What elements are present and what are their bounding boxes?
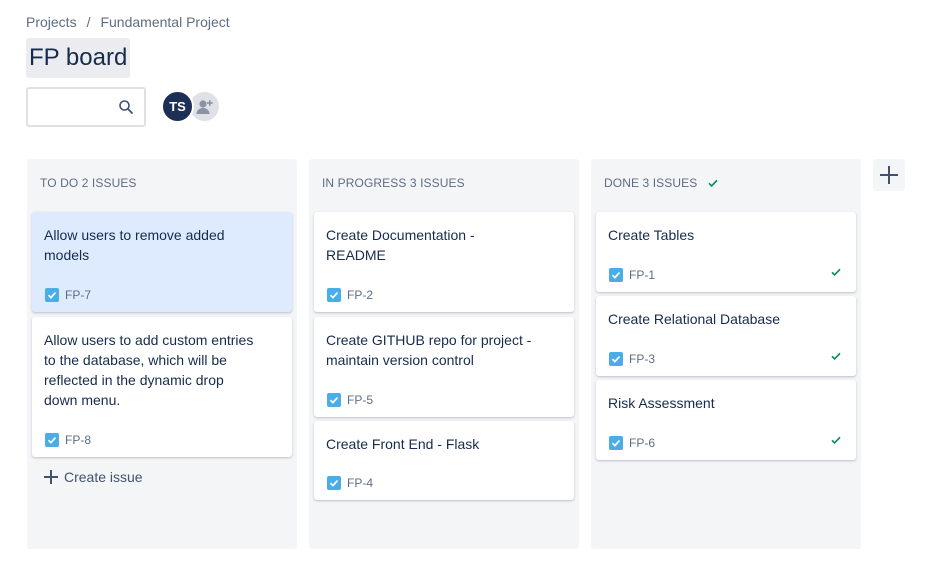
plus-icon	[880, 166, 898, 184]
column-title: DONE 3 ISSUES	[604, 176, 698, 190]
issue-summary: Create Front End - Flask	[326, 436, 480, 452]
search-icon	[119, 100, 133, 114]
issue-summary: Allow users to remove added models	[44, 227, 225, 263]
page-title[interactable]: FP board	[26, 38, 131, 78]
issue-card[interactable]: Create Documentation - README FP-2	[314, 212, 574, 312]
issue-key[interactable]: FP-2	[347, 288, 373, 302]
issue-summary: Create GITHUB repo for project - maintai…	[326, 332, 532, 368]
issue-card[interactable]: Create GITHUB repo for project - maintai…	[314, 317, 574, 417]
issue-card[interactable]: Create Tables FP-1	[596, 212, 856, 292]
breadcrumb-separator: /	[86, 14, 91, 30]
create-issue-button[interactable]: Create issue	[44, 469, 143, 485]
story-checkbox-icon	[45, 288, 59, 302]
issue-summary: Create Tables	[608, 227, 695, 243]
plus-icon	[44, 470, 58, 484]
story-checkbox-icon	[609, 436, 623, 450]
issue-card[interactable]: Allow users to remove added models FP-7	[32, 212, 292, 312]
issue-key[interactable]: FP-4	[347, 476, 373, 490]
story-checkbox-icon	[609, 268, 623, 282]
issue-key[interactable]: FP-8	[65, 433, 91, 447]
column-header: DONE 3 ISSUES	[591, 159, 861, 207]
breadcrumb-project-link[interactable]: Fundamental Project	[100, 14, 229, 30]
column-header: TO DO 2 ISSUES	[27, 159, 297, 207]
story-checkbox-icon	[327, 288, 341, 302]
column-done: DONE 3 ISSUES Create Tables FP-1 Create …	[591, 159, 861, 549]
issue-card[interactable]: Risk Assessment FP-6	[596, 380, 856, 460]
issue-key[interactable]: FP-5	[347, 393, 373, 407]
search-input[interactable]	[26, 87, 146, 127]
column-title: IN PROGRESS 3 ISSUES	[322, 176, 465, 190]
issue-card[interactable]: Create Front End - Flask FP-4	[314, 421, 574, 500]
column-title: TO DO 2 ISSUES	[40, 176, 137, 190]
column-header: IN PROGRESS 3 ISSUES	[309, 159, 579, 207]
add-person-icon	[196, 99, 213, 114]
breadcrumb: Projects / Fundamental Project	[26, 14, 230, 30]
issue-summary: Create Relational Database	[608, 311, 780, 327]
issue-card[interactable]: Allow users to add custom entries to the…	[32, 317, 292, 457]
issue-key[interactable]: FP-7	[65, 288, 91, 302]
issue-key[interactable]: FP-1	[629, 268, 655, 282]
column-todo: TO DO 2 ISSUES Allow users to remove add…	[27, 159, 297, 549]
story-checkbox-icon	[45, 433, 59, 447]
issue-card[interactable]: Create Relational Database FP-3	[596, 296, 856, 376]
done-check-icon	[831, 352, 841, 361]
done-check-icon	[831, 436, 841, 445]
column-in-progress: IN PROGRESS 3 ISSUES Create Documentatio…	[309, 159, 579, 549]
issue-summary: Create Documentation - README	[326, 227, 475, 263]
add-column-button[interactable]	[873, 159, 905, 191]
create-issue-label: Create issue	[64, 469, 143, 485]
issue-key[interactable]: FP-3	[629, 352, 655, 366]
issue-summary: Risk Assessment	[608, 395, 715, 411]
issue-key[interactable]: FP-6	[629, 436, 655, 450]
breadcrumb-projects-link[interactable]: Projects	[26, 14, 77, 30]
done-check-icon	[708, 179, 718, 188]
story-checkbox-icon	[609, 352, 623, 366]
done-check-icon	[831, 268, 841, 277]
story-checkbox-icon	[327, 476, 341, 490]
story-checkbox-icon	[327, 393, 341, 407]
issue-summary: Allow users to add custom entries to the…	[44, 332, 254, 408]
avatar[interactable]: TS	[161, 90, 194, 123]
